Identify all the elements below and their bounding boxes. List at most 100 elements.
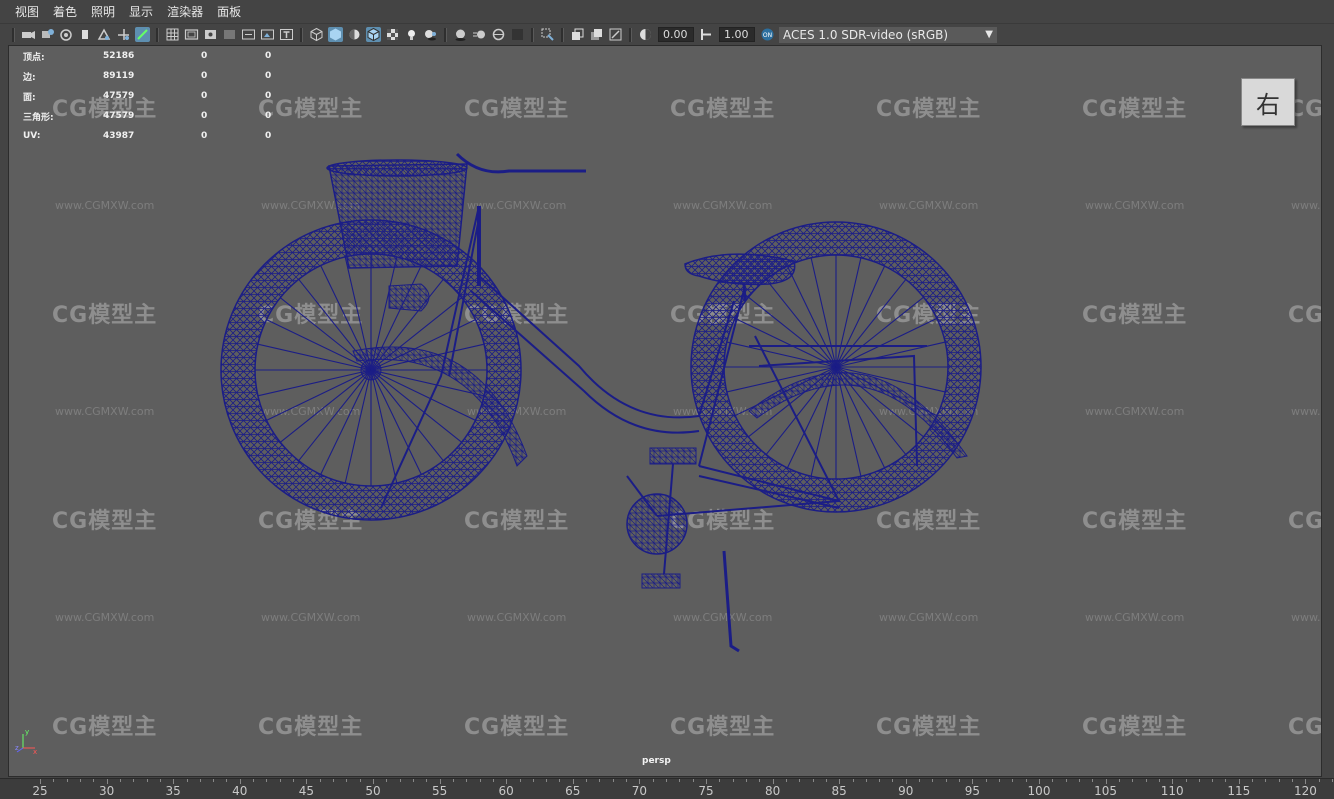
menu-shading[interactable]: 着色 xyxy=(53,3,77,20)
two-d-pan-zoom-icon[interactable] xyxy=(116,27,131,42)
viewcube-right[interactable]: 右 xyxy=(1241,78,1295,126)
safe-title-icon[interactable] xyxy=(279,27,294,42)
ruler-tick-mark xyxy=(706,779,707,784)
wireframe-on-shaded-icon[interactable] xyxy=(366,27,381,42)
ruler-tick-mark xyxy=(1118,779,1120,782)
ruler-tick-mark xyxy=(106,779,108,784)
menu-renderer[interactable]: 渲染器 xyxy=(167,3,203,20)
ruler-tick-mark xyxy=(53,779,55,782)
textured-icon[interactable] xyxy=(385,27,400,42)
menu-lighting[interactable]: 照明 xyxy=(91,3,115,20)
grid-icon[interactable] xyxy=(165,27,180,42)
isolate-select-icon[interactable] xyxy=(540,27,555,42)
default-material-icon[interactable] xyxy=(347,27,362,42)
perspective-viewport[interactable]: CG模型主 www.CGMXW.com CG模型主 www.CGMXW.com CG模型… xyxy=(8,45,1322,777)
motion-blur-icon[interactable] xyxy=(472,27,487,42)
gamma-field[interactable]: 1.00 xyxy=(719,27,755,42)
maya-window: 视图 着色 照明 显示 渲染器 面板 0.00 1.00 ON ACES 1.0… xyxy=(0,0,1334,799)
toolbar-separator xyxy=(444,27,447,42)
ruler-tick-mark xyxy=(1012,779,1014,782)
ruler-tick-mark xyxy=(745,779,747,782)
lock-camera-icon[interactable] xyxy=(78,27,93,42)
time-slider-ruler[interactable]: 25 30 35 40 45 50 55 60 65 70 75 80 85 90 95 100 105 110 1… xyxy=(0,778,1334,799)
multisample-aa-icon[interactable] xyxy=(491,27,506,42)
toolbar-separator xyxy=(629,27,632,42)
film-gate-icon[interactable] xyxy=(184,27,199,42)
gamma-icon[interactable] xyxy=(699,27,714,42)
ruler-tick-label: 25 xyxy=(32,784,48,798)
exposure-field[interactable]: 0.00 xyxy=(658,27,694,42)
field-chart-icon[interactable] xyxy=(241,27,256,42)
grease-pencil-icon[interactable] xyxy=(135,27,150,42)
ruler-tick-mark xyxy=(40,779,41,784)
axis-gizmo: y z x xyxy=(15,728,37,756)
ruler-tick-mark xyxy=(266,779,268,782)
ruler-tick-mark xyxy=(1225,779,1227,782)
xray-icon[interactable] xyxy=(570,27,585,42)
ruler-tick-mark xyxy=(1185,779,1187,782)
use-all-lights-icon[interactable] xyxy=(404,27,419,42)
svg-text:ON: ON xyxy=(763,32,772,39)
safe-action-icon[interactable] xyxy=(260,27,275,42)
toolbar-separator xyxy=(561,27,564,42)
shadows-icon[interactable] xyxy=(423,27,438,42)
select-camera-icon[interactable] xyxy=(21,27,36,42)
toolbar-separator xyxy=(12,27,15,42)
xray-active-components-icon[interactable] xyxy=(589,27,604,42)
ruler-tick-label: 95 xyxy=(964,784,981,798)
ruler-tick-mark xyxy=(865,779,867,782)
ruler-tick-mark xyxy=(1025,779,1027,782)
ruler-tick-mark xyxy=(719,779,721,782)
ruler-tick-mark xyxy=(1105,779,1107,784)
wheel-spoke xyxy=(266,319,372,371)
ruler-tick-mark xyxy=(892,779,894,782)
wheel-spoke xyxy=(266,369,372,421)
ruler-tick-mark xyxy=(159,779,161,782)
ruler-tick-mark xyxy=(253,779,255,782)
bicycle-wireframe-model[interactable] xyxy=(9,46,1322,777)
ruler-tick-mark xyxy=(386,779,388,782)
ruler-tick-mark xyxy=(1332,779,1334,782)
ruler-tick-mark xyxy=(985,779,987,782)
color-space-label: ACES 1.0 SDR-video (sRGB) xyxy=(783,27,949,42)
ruler-tick-mark xyxy=(879,779,881,782)
ruler-tick-label: 100 xyxy=(1027,784,1051,798)
ruler-tick-mark xyxy=(1158,779,1160,782)
camera-attributes-icon[interactable] xyxy=(40,27,55,42)
ruler-tick-label: 105 xyxy=(1094,784,1118,798)
ruler-tick-mark xyxy=(399,779,401,782)
ruler-tick-mark xyxy=(1132,779,1134,782)
wireframe-shading-icon[interactable] xyxy=(309,27,324,42)
ruler-tick-mark xyxy=(452,779,454,782)
gate-mask-icon[interactable] xyxy=(222,27,237,42)
depth-of-field-icon[interactable] xyxy=(510,27,525,42)
ruler-tick-mark xyxy=(1318,779,1320,782)
view-transform-toggle-icon[interactable]: ON xyxy=(760,27,775,42)
color-space-dropdown[interactable]: ACES 1.0 SDR-video (sRGB) ▼ xyxy=(779,26,997,43)
ruler-tick-mark xyxy=(532,779,534,782)
screen-space-ao-icon[interactable] xyxy=(453,27,468,42)
exposure-icon[interactable] xyxy=(638,27,653,42)
ruler-tick-mark xyxy=(652,779,654,782)
xray-joints-icon[interactable] xyxy=(608,27,623,42)
toolbar-separator xyxy=(156,27,159,42)
ruler-tick-mark xyxy=(679,779,681,782)
camera-name-label: persp xyxy=(642,756,671,766)
ruler-tick-mark xyxy=(279,779,281,782)
ruler-tick-label: 120 xyxy=(1293,784,1317,798)
viewport-menu-bar: 视图 着色 照明 显示 渲染器 面板 xyxy=(0,0,1334,24)
ruler-tick-mark xyxy=(346,779,348,782)
ruler-tick-label: 115 xyxy=(1227,784,1251,798)
ruler-tick-mark xyxy=(492,779,494,782)
ruler-tick-mark xyxy=(306,779,308,784)
image-plane-icon[interactable] xyxy=(97,27,112,42)
ruler-tick-mark xyxy=(1252,779,1254,782)
smooth-shade-icon[interactable] xyxy=(328,27,343,42)
menu-panels[interactable]: 面板 xyxy=(217,3,241,20)
ruler-tick-mark xyxy=(319,779,321,782)
menu-view[interactable]: 视图 xyxy=(15,3,39,20)
menu-show[interactable]: 显示 xyxy=(129,3,153,20)
ruler-tick-mark xyxy=(519,779,521,782)
resolution-gate-icon[interactable] xyxy=(203,27,218,42)
bookmark-camera-icon[interactable] xyxy=(59,27,74,42)
